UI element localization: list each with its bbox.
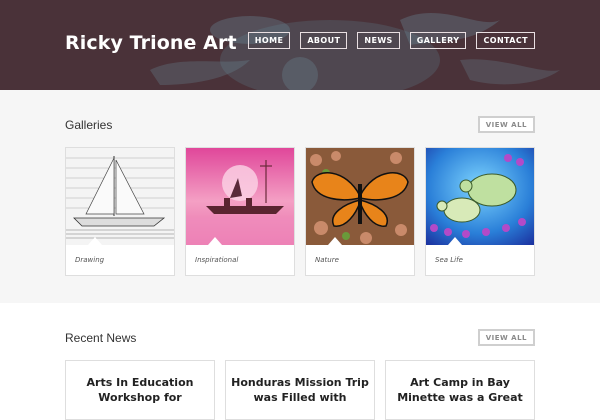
- main-nav: HOME ABOUT NEWS GALLERY CONTACT: [247, 32, 535, 49]
- figure-in-boat-image: [186, 148, 294, 245]
- news-title-line-1: Arts In Education: [86, 376, 194, 389]
- gallery-caption: Nature: [315, 256, 339, 264]
- news-view-all-button[interactable]: VIEW ALL: [477, 329, 535, 346]
- news-title-line-2: Minette was a Great: [397, 391, 523, 404]
- site-title[interactable]: Ricky Trione Art: [65, 32, 237, 54]
- gallery-card-drawing[interactable]: Drawing: [65, 147, 175, 276]
- gallery-caption: Sea Life: [435, 256, 463, 264]
- news-title-line-1: Honduras Mission Trip: [231, 376, 369, 389]
- news-card[interactable]: Honduras Mission Trip was Filled with: [225, 360, 375, 420]
- card-notch: [448, 237, 462, 245]
- site-header: Ricky Trione Art HOME ABOUT NEWS GALLERY…: [0, 0, 600, 90]
- news-cards: Arts In Education Workshop for Honduras …: [65, 360, 535, 420]
- gallery-card-nature[interactable]: Nature: [305, 147, 415, 276]
- nav-gallery[interactable]: GALLERY: [409, 32, 467, 49]
- nav-contact[interactable]: CONTACT: [476, 32, 535, 49]
- gallery-cards: Drawing Inspirational Nature Sea Life: [65, 147, 535, 276]
- sea-turtles-image: [426, 148, 534, 245]
- galleries-section: Galleries VIEW ALL Drawing Inspirational…: [0, 90, 600, 303]
- card-notch: [328, 237, 342, 245]
- nav-news[interactable]: NEWS: [357, 32, 400, 49]
- news-card[interactable]: Art Camp in Bay Minette was a Great: [385, 360, 535, 420]
- recent-news-section: Recent News VIEW ALL Arts In Education W…: [0, 303, 600, 420]
- monarch-butterfly-image: [306, 148, 414, 245]
- gallery-card-inspirational[interactable]: Inspirational: [185, 147, 295, 276]
- gallery-card-sea-life[interactable]: Sea Life: [425, 147, 535, 276]
- galleries-title: Galleries: [65, 117, 113, 132]
- galleries-header: Galleries VIEW ALL: [65, 116, 535, 133]
- galleries-view-all-button[interactable]: VIEW ALL: [477, 116, 535, 133]
- card-notch: [88, 237, 102, 245]
- news-title-line-1: Art Camp in Bay: [410, 376, 510, 389]
- gallery-caption: Drawing: [75, 256, 105, 264]
- news-title: Recent News: [65, 330, 137, 345]
- nav-about[interactable]: ABOUT: [300, 32, 348, 49]
- card-notch: [208, 237, 222, 245]
- gallery-caption: Inspirational: [195, 256, 239, 264]
- news-title-line-2: Workshop for: [98, 391, 182, 404]
- nav-home[interactable]: HOME: [247, 32, 291, 49]
- news-header: Recent News VIEW ALL: [65, 329, 535, 346]
- news-title-line-2: was Filled with: [253, 391, 347, 404]
- sailboat-sketch-image: [66, 148, 174, 245]
- news-card[interactable]: Arts In Education Workshop for: [65, 360, 215, 420]
